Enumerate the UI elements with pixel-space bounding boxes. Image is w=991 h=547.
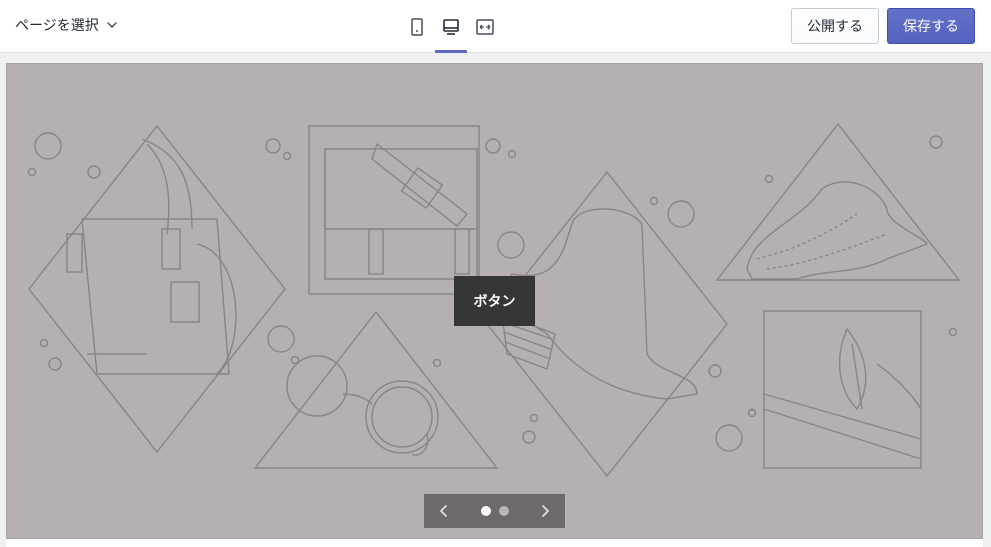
chevron-down-icon: [106, 22, 117, 28]
device-fullwidth-button[interactable]: [468, 0, 502, 53]
mobile-icon: [411, 17, 423, 36]
next-section-edge: [6, 539, 983, 547]
next-slide-button[interactable]: [525, 494, 565, 528]
slide-dot-2[interactable]: [498, 506, 509, 516]
publish-button[interactable]: 公開する: [791, 8, 879, 44]
slide-dots: [480, 506, 509, 516]
full-width-icon: [476, 18, 494, 35]
hero-cta-button[interactable]: ボタン: [454, 276, 535, 326]
slide-dot-1[interactable]: [480, 506, 491, 516]
device-desktop-button[interactable]: [434, 0, 468, 53]
device-toggle: [400, 0, 502, 53]
hero-slideshow: ボタン: [6, 63, 983, 539]
device-mobile-button[interactable]: [400, 0, 434, 53]
slideshow-controls: [424, 494, 565, 528]
chevron-right-icon: [542, 505, 549, 517]
chevron-left-icon: [440, 505, 447, 517]
page-selector[interactable]: ページを選択: [15, 14, 119, 36]
page-selector-label: ページを選択: [15, 18, 99, 34]
desktop-icon: [443, 18, 459, 35]
editor-top-bar: ページを選択 公開する 保存する: [0, 0, 991, 53]
save-button[interactable]: 保存する: [887, 8, 975, 44]
previous-slide-button[interactable]: [424, 494, 464, 528]
